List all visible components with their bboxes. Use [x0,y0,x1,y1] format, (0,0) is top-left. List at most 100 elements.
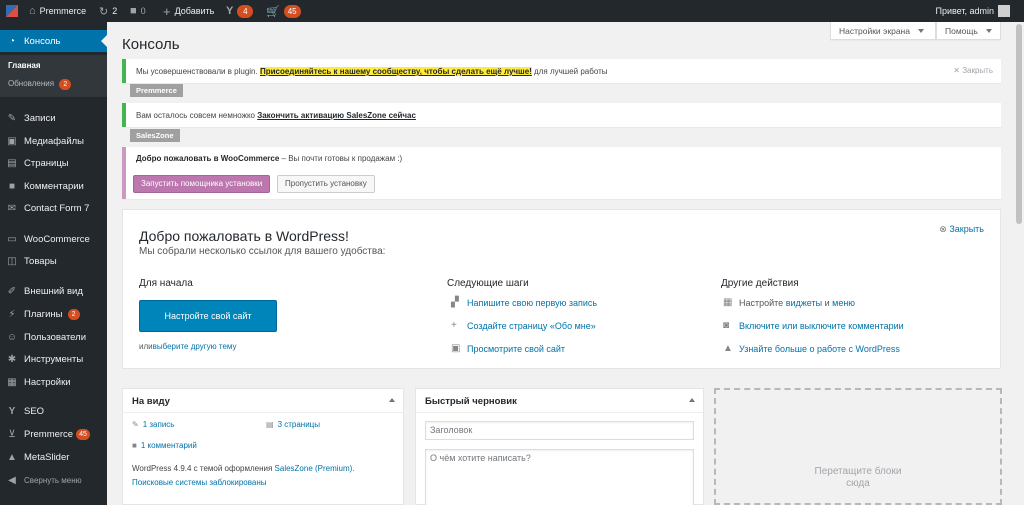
theme-link[interactable]: SalesZone (Premium). [275,464,355,473]
wp-logo-icon[interactable] [5,0,19,22]
sidebar-item-label: Пользователи [24,331,87,343]
sidebar-item-metaslider[interactable]: ▲ MetaSlider [0,446,107,468]
collapse-menu-button[interactable]: ◀ Свернуть меню [0,469,107,491]
cart-link[interactable]: 🛒 45 [266,0,301,22]
updates-count: 2 [112,6,118,16]
sidebar-item-comments[interactable]: ■ Комментарии [0,175,107,197]
comment-blocked-icon: ◙ [723,320,730,331]
page-scrollbar[interactable] [1014,22,1024,505]
cart-badge: 45 [283,4,301,18]
sidebar-item-contact-form[interactable]: ✉ Contact Form 7 [0,197,107,219]
users-icon: ☺ [6,331,18,343]
collapse-toggle-icon[interactable] [389,398,395,402]
sidebar-item-label: Товары [24,255,57,267]
link-text: Настройте [739,297,786,308]
saleszone-tag: SalesZone [130,129,180,142]
widget-header[interactable]: Быстрый черновик [416,389,703,413]
sidebar-item-label: Инструменты [24,353,84,365]
sidebar-item-label: SEO [24,405,45,417]
pages-count-link[interactable]: ▤ 3 страницы [266,420,320,429]
empty-drop-zone: Перетащите блоки сюда [714,388,1002,505]
saleszone-activation-link[interactable]: Закончить активацию SalesZone сейчас [257,111,416,120]
posts-count-link[interactable]: ✎ 1 запись [132,420,174,429]
write-post-link[interactable]: ▞ Напишите свою первую запись [451,297,597,308]
sidebar-item-plugins[interactable]: ⚡ Плагины 2 [0,303,107,325]
change-theme-line: или выберите другую тему [139,342,237,351]
link-label: Напишите свою первую запись [467,297,598,308]
help-button[interactable]: Помощь [936,22,1001,40]
sidebar-item-posts[interactable]: ✎ Записи [0,107,107,129]
draft-title-input[interactable]: Заголовок [425,421,694,440]
search-engines-blocked-link[interactable]: Поисковые системы заблокированы [132,478,267,487]
comment-icon: ■ [8,180,16,192]
updates-link[interactable]: ↻ 2 [99,0,117,22]
submenu-updates[interactable]: Обновления 2 [8,79,72,90]
dashboard-submenu: Главная Обновления 2 [0,55,107,97]
dismiss-notice-button[interactable]: ✕ Закрыть [953,66,993,75]
sidebar-item-dashboard[interactable]: ◔ Консоль [0,30,107,52]
sidebar-item-products[interactable]: ◫ Товары [0,250,107,272]
create-about-page-link[interactable]: + Создайте страницу «Обо мне» [451,320,596,331]
sidebar-item-seo[interactable]: Y SEO [0,400,107,422]
version-text: WordPress 4.9.4 с темой оформления [132,464,275,473]
page-icon: ▤ [266,420,274,429]
add-new-label: Добавить [174,6,215,16]
col-more-actions-title: Другие действия [721,278,799,289]
pin-icon: ✎ [7,112,17,124]
sidebar-item-settings[interactable]: ▦ Настройки [0,371,107,393]
learn-more-link[interactable]: ▲ Узнайте больше о работе с WordPress [723,343,900,354]
run-wizard-button[interactable]: Запустить помощника установки [133,175,271,193]
welcome-dismiss-button[interactable]: ⊗ Закрыть [939,224,984,235]
edit-page-icon: ▞ [451,297,459,308]
yoast-link[interactable]: Y 4 [226,0,254,22]
chevron-down-icon [917,28,924,33]
submenu-home[interactable]: Главная [8,61,41,70]
cart-icon: ⊻ [8,428,16,440]
skip-setup-button[interactable]: Пропустить установку [277,175,375,193]
welcome-title: Добро пожаловать в WordPress! [139,228,349,244]
sidebar-item-label: Внешний вид [24,285,83,297]
customize-site-button[interactable]: Настройте свой сайт [139,300,277,332]
menus-link[interactable]: меню [832,298,855,308]
sidebar-item-label: Страницы [24,157,69,169]
widget-header[interactable]: На виду [123,389,403,413]
sidebar-item-users[interactable]: ☺ Пользователи [0,326,107,348]
plugin-icon: ⚡ [8,308,16,320]
sidebar-item-tools[interactable]: ✱ Инструменты [0,348,107,370]
scrollbar-thumb[interactable] [1016,24,1022,224]
collapse-toggle-icon[interactable] [689,398,695,402]
pin-icon: ✎ [132,420,139,429]
dashboard-icon: ◔ [8,35,16,47]
add-new-link[interactable]: + Добавить [163,0,214,22]
drop-zone-text: Перетащите блоки сюда [716,466,1000,490]
wrench-icon: ✱ [7,353,17,365]
sidebar-item-media[interactable]: ▣ Медиафайлы [0,130,107,152]
view-site-link[interactable]: ▣ Просмотрите свой сайт [451,343,565,354]
submenu-updates-label: Обновления [8,79,55,88]
comments-count-link[interactable]: ■ 1 комментарий [132,441,197,450]
screen-options-button[interactable]: Настройки экрана [830,22,936,40]
sidebar-item-pages[interactable]: ▤ Страницы [0,152,107,174]
widgets-link[interactable]: виджеты [786,298,822,308]
sidebar-item-premmerce[interactable]: ⊻ Premmerce 45 [0,423,107,445]
link-label: 1 запись [142,420,175,429]
account-menu[interactable]: Привет, admin [935,0,1010,22]
change-theme-link[interactable]: выберите другую тему [153,342,237,351]
sidebar-item-label: Свернуть меню [24,475,82,485]
cart-icon: 🛒 [266,5,280,18]
plugins-badge: 2 [67,308,80,320]
comments-link[interactable]: ■ 0 [130,0,146,22]
sidebar-item-label: WooCommerce [24,233,90,245]
sidebar-item-appearance[interactable]: ✐ Внешний вид [0,280,107,302]
community-link[interactable]: Присоединяйтесь к нашему сообществу, что… [259,67,532,76]
toggle-comments-link[interactable]: ◙ Включите или выключите комментарии [723,320,904,331]
chevron-down-icon [985,28,992,33]
close-circle-icon: ⊗ [939,224,950,234]
help-label: Помощь [945,25,978,36]
settings-icon: ▦ [7,376,17,388]
sidebar-item-label: Premmerce [24,428,74,440]
sidebar-item-woocommerce[interactable]: ▭ WooCommerce [0,228,107,250]
widget-title: Быстрый черновик [425,396,517,407]
site-name-link[interactable]: ⌂ Premmerce [29,0,86,22]
draft-content-textarea[interactable]: О чём хотите написать? [425,449,694,505]
